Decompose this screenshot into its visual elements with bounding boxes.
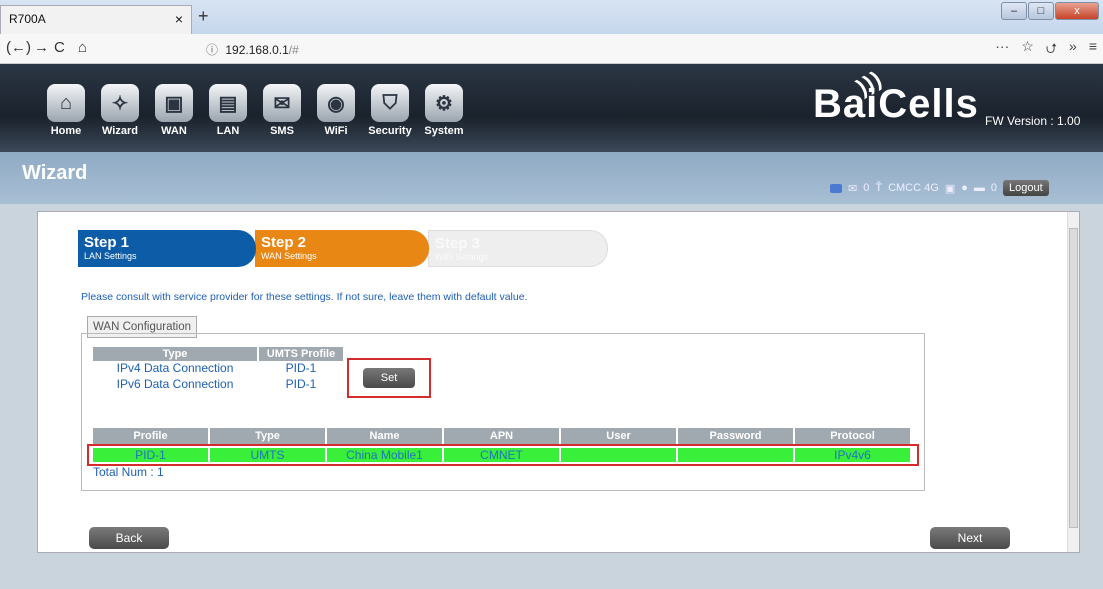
menu-security[interactable]: ⛉ Security xyxy=(368,84,412,137)
fw-version: FW Version : 1.00 xyxy=(985,114,1081,128)
browser-tab[interactable]: R700A × xyxy=(0,5,192,34)
window-close-button[interactable]: x xyxy=(1055,2,1099,20)
wan-config-panel: Type UMTS Profile IPv4 Data Connection P… xyxy=(81,333,925,491)
library-icon[interactable]: ⮍ xyxy=(1046,38,1057,62)
hint-text: Please consult with service provider for… xyxy=(81,291,528,303)
next-button[interactable]: Next xyxy=(930,527,1010,549)
clients-count: 0 xyxy=(990,182,997,194)
lan-icon: ▤ xyxy=(209,84,247,122)
step-title: Step 1 xyxy=(84,234,130,251)
table-header: Profile Type Name APN User Password Prot… xyxy=(93,428,915,444)
table-row: IPv4 Data Connection PID-1 xyxy=(116,361,317,375)
section-bar: Wizard ✉ 0 Ť CMCC 4G ▣ ● ▬ 0 Logout xyxy=(0,152,1103,204)
url-host: 192.168.0.1 xyxy=(225,43,289,57)
menu-lan[interactable]: ▤ LAN xyxy=(206,84,250,137)
roaming-icon: ▣ xyxy=(944,182,956,195)
col-type: Type xyxy=(93,347,257,361)
forward-icon[interactable]: → xyxy=(34,39,49,56)
selected-row-highlight: PID-1 UMTS China Mobile1 CMNET IPv4v6 xyxy=(87,444,919,466)
step-subtitle: WiFi Settings xyxy=(435,252,489,262)
menu-wifi[interactable]: ◉ WiFi xyxy=(314,84,358,137)
menu-sms[interactable]: ✉ SMS xyxy=(260,84,304,137)
carrier-name: CMCC 4G xyxy=(888,182,939,194)
close-tab-icon[interactable]: × xyxy=(175,11,183,27)
set-button-highlight: Set xyxy=(347,358,431,398)
globe-icon: ● xyxy=(961,182,968,194)
tab-title: R700A xyxy=(9,12,46,26)
menu-home[interactable]: ⌂ Home xyxy=(44,84,88,137)
menu-icon[interactable]: ≡ xyxy=(1089,38,1097,62)
table-row: IPv6 Data Connection PID-1 xyxy=(116,377,317,391)
connection-table: Type UMTS Profile IPv4 Data Connection P… xyxy=(93,347,345,393)
bookmark-star-icon[interactable]: ☆ xyxy=(1021,38,1034,62)
new-tab-button[interactable]: + xyxy=(198,6,209,27)
scrollbar[interactable] xyxy=(1067,212,1079,552)
overflow-icon[interactable]: » xyxy=(1069,38,1077,62)
step-2[interactable]: Step 2 WAN Settings xyxy=(255,230,429,267)
sms-status-icon: ✉ xyxy=(848,182,858,195)
brand-logo: ))) BaiCells xyxy=(813,65,979,126)
total-count: Total Num : 1 xyxy=(93,465,164,479)
main-menu: ⌂ Home ✧ Wizard ▣ WAN ▤ LAN ✉ SMS ◉ WiFi ⛉ Secu… xyxy=(44,84,466,137)
page-actions-icon[interactable]: ··· xyxy=(995,38,1009,62)
set-button[interactable]: Set xyxy=(363,368,415,388)
wizard-content: Step 1 LAN Settings Step 2 WAN Settings … xyxy=(37,211,1080,553)
wifi-icon: ◉ xyxy=(317,84,355,122)
signal-icon: Ť xyxy=(875,182,883,194)
maximize-button[interactable]: □ xyxy=(1028,2,1054,20)
wizard-icon: ✧ xyxy=(101,84,139,122)
step-title: Step 3 xyxy=(435,235,481,252)
status-bar: ✉ 0 Ť CMCC 4G ▣ ● ▬ 0 Logout xyxy=(830,180,1049,196)
wan-icon: ▣ xyxy=(155,84,193,122)
browser-tab-bar: R700A × + – □ x xyxy=(0,0,1103,34)
wizard-steps: Step 1 LAN Settings Step 2 WAN Settings … xyxy=(78,230,608,268)
browser-nav-bar: (←) → C ⌂ ⓘ 192.168.0.1/# ··· ☆ ⮍ » ≡ xyxy=(0,34,1103,64)
minimize-button[interactable]: – xyxy=(1001,2,1027,20)
logout-button[interactable]: Logout xyxy=(1003,180,1049,196)
window-controls: – □ x xyxy=(1001,2,1099,20)
info-icon: ⓘ xyxy=(206,43,219,57)
home-icon: ⌂ xyxy=(47,84,85,122)
home-nav-icon[interactable]: ⌂ xyxy=(78,39,87,56)
step-3: Step 3 WiFi Settings xyxy=(428,230,608,267)
back-button[interactable]: Back xyxy=(89,527,169,549)
table-row[interactable]: PID-1 UMTS China Mobile1 CMNET IPv4v6 xyxy=(93,448,913,462)
page-title: Wizard xyxy=(22,162,88,184)
security-icon: ⛉ xyxy=(371,84,409,122)
step-1[interactable]: Step 1 LAN Settings xyxy=(78,230,256,267)
sms-icon: ✉ xyxy=(263,84,301,122)
url-path: /# xyxy=(288,43,299,57)
menu-wizard[interactable]: ✧ Wizard xyxy=(98,84,142,137)
table-header: Type UMTS Profile xyxy=(93,347,345,361)
clients-icon: ▬ xyxy=(973,182,985,194)
back-icon[interactable]: (←) xyxy=(6,39,31,56)
address-bar[interactable]: ⓘ 192.168.0.1/# xyxy=(200,37,955,59)
sms-count: 0 xyxy=(863,182,870,194)
system-icon: ⚙ xyxy=(425,84,463,122)
menu-wan[interactable]: ▣ WAN xyxy=(152,84,196,137)
reload-icon[interactable]: C xyxy=(54,39,65,56)
step-subtitle: WAN Settings xyxy=(261,251,317,261)
profile-table: Profile Type Name APN User Password Prot… xyxy=(87,428,919,466)
sim-icon xyxy=(830,183,842,193)
scrollbar-thumb[interactable] xyxy=(1069,228,1078,528)
browser-toolbar-right: ··· ☆ ⮍ » ≡ xyxy=(995,38,1097,62)
col-umts-profile: UMTS Profile xyxy=(259,347,343,361)
step-subtitle: LAN Settings xyxy=(84,251,137,261)
step-title: Step 2 xyxy=(261,234,307,251)
app-header: ⌂ Home ✧ Wizard ▣ WAN ▤ LAN ✉ SMS ◉ WiFi ⛉ Secu… xyxy=(0,64,1103,152)
menu-system[interactable]: ⚙ System xyxy=(422,84,466,137)
